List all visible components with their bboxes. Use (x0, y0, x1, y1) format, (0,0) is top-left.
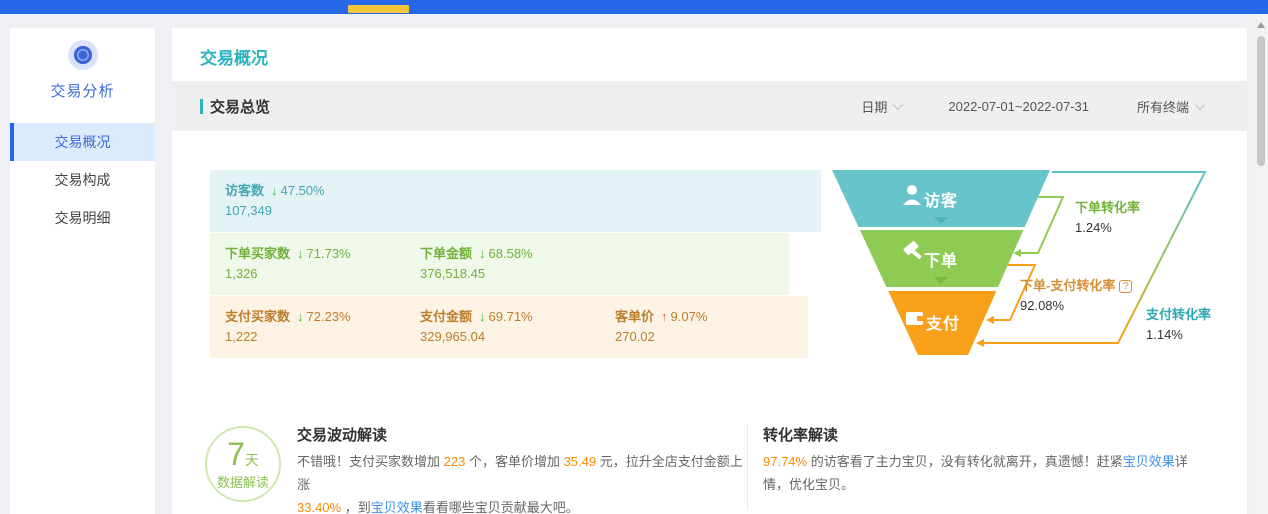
transaction-analysis-icon (68, 40, 98, 70)
page-title: 交易概况 (200, 44, 268, 69)
top-navigation-bar (0, 0, 1268, 14)
conversion-rate-3: 支付转化率1.14% (1146, 305, 1211, 345)
rate-label: 下单-支付转化率? (1020, 276, 1132, 296)
funnel-label-payments: 支付 (888, 310, 998, 334)
metric-row-teal: 访客数 ↓47.50% 107,349 (210, 170, 821, 232)
trend-down-arrow-icon: ↓ (479, 246, 486, 261)
fluctuation-insight-body: 不错哦！支付买家数增加 223 个，客单价增加 35.49 元，拉升全店支付金额… (297, 450, 749, 514)
metric-value: 1,222 (225, 327, 351, 347)
date-filter-dropdown[interactable]: 日期 (861, 97, 900, 116)
sidebar: 交易分析 交易概况交易构成交易明细 (10, 28, 155, 514)
sidebar-item-2[interactable]: 交易构成 (10, 161, 155, 199)
metric-value: 376,518.45 (420, 264, 533, 284)
conversion-insight-body: 97.74% 的访客看了主力宝贝，没有转化就离开，真遗憾！赶紧宝贝效果详情，优化… (763, 450, 1210, 496)
metric-change-percent: 72.23% (307, 309, 351, 324)
highlight-value: 35.49 (564, 454, 597, 469)
fluctuation-insight-title: 交易波动解读 (297, 424, 387, 445)
conversion-insight-title: 转化率解读 (763, 424, 838, 445)
chevron-down-icon (893, 100, 903, 110)
metric-label: 下单买家数 (225, 246, 290, 261)
funnel-label-orders: 下单 (886, 247, 996, 271)
rate-label: 下单转化率 (1075, 198, 1140, 218)
help-icon[interactable]: ? (1119, 280, 1132, 293)
metric-change-percent: 68.58% (489, 246, 533, 261)
rate-value: 1.24% (1075, 218, 1140, 238)
highlight-value: 97.74% (763, 454, 807, 469)
inline-link[interactable]: 宝贝效果 (371, 500, 423, 514)
metric-change-percent: 47.50% (281, 183, 325, 198)
metric-card: 下单买家数 ↓71.73% 1,326 (225, 244, 351, 284)
sidebar-menu: 交易概况交易构成交易明细 (10, 123, 155, 237)
trend-down-arrow-icon: ↓ (271, 183, 278, 198)
metric-change-percent: 71.73% (307, 246, 351, 261)
metric-change-percent: 69.71% (489, 309, 533, 324)
metric-value: 107,349 (225, 201, 325, 221)
vertical-divider (747, 424, 748, 510)
metric-card: 支付买家数 ↓72.23% 1,222 (225, 307, 351, 347)
section-title: 交易总览 (200, 96, 270, 117)
trend-up-arrow-icon: ↑ (661, 309, 668, 324)
metric-value: 1,326 (225, 264, 351, 284)
chevron-down-icon (1195, 100, 1205, 110)
metric-card: 客单价 ↑9.07% 270.02 (615, 307, 707, 347)
trend-down-arrow-icon: ↓ (479, 309, 486, 324)
funnel-label-visitors: 访客 (886, 187, 996, 211)
sidebar-item-3[interactable]: 交易明细 (10, 199, 155, 237)
sidebar-title: 交易分析 (10, 80, 155, 101)
active-tab-indicator (348, 5, 409, 13)
metric-row-orange: 支付买家数↓72.23%1,222支付金额↓69.71%329,965.04客单… (210, 296, 808, 358)
main-content: 交易概况 交易总览 日期 2022-07-01~2022-07-31 所有终端 … (172, 28, 1247, 514)
trend-down-arrow-icon: ↓ (297, 246, 304, 261)
trend-down-arrow-icon: ↓ (297, 309, 304, 324)
metric-label: 支付金额 (420, 309, 472, 324)
inline-link[interactable]: 宝贝效果 (1123, 454, 1175, 469)
conversion-rate-2: 下单-支付转化率?92.08% (1020, 276, 1132, 316)
date-range-value[interactable]: 2022-07-01~2022-07-31 (948, 99, 1089, 114)
conversion-funnel-chart: 访客 下单 支付 下单转化率1.24%下单-支付转化率?92.08%支付转化率1… (820, 160, 1232, 370)
scrollbar[interactable] (1254, 14, 1268, 514)
metric-label: 客单价 (615, 309, 654, 324)
metric-row-green: 下单买家数↓71.73%1,326下单金额↓68.58%376,518.45 (210, 233, 789, 295)
metric-change-percent: 9.07% (671, 309, 708, 324)
rate-value: 92.08% (1020, 296, 1132, 316)
rate-label: 支付转化率 (1146, 305, 1211, 325)
terminal-select[interactable]: 所有终端 (1137, 97, 1202, 116)
section-accent-bar (200, 99, 203, 114)
highlight-value: 33.40% (297, 500, 341, 514)
metric-label: 下单金额 (420, 246, 472, 261)
conversion-rate-1: 下单转化率1.24% (1075, 198, 1140, 238)
seven-day-badge: 7天 数据解读 (205, 426, 281, 502)
sidebar-item-1[interactable]: 交易概况 (10, 123, 155, 161)
metric-card: 下单金额 ↓68.58% 376,518.45 (420, 244, 533, 284)
rate-value: 1.14% (1146, 325, 1211, 345)
metric-value: 329,965.04 (420, 327, 533, 347)
metric-label: 访客数 (225, 183, 264, 198)
highlight-value: 223 (444, 454, 466, 469)
insights-section: 7天 数据解读 交易波动解读 不错哦！支付买家数增加 223 个，客单价增加 3… (172, 422, 1247, 514)
section-header-bar: 交易总览 日期 2022-07-01~2022-07-31 所有终端 (172, 81, 1247, 131)
metric-card: 访客数 ↓47.50% 107,349 (225, 181, 325, 221)
scrollbar-thumb[interactable] (1257, 36, 1265, 166)
metric-card: 支付金额 ↓69.71% 329,965.04 (420, 307, 533, 347)
arrow-left-icon (976, 339, 984, 347)
metric-value: 270.02 (615, 327, 707, 347)
metric-label: 支付买家数 (225, 309, 290, 324)
scrollbar-up-arrow[interactable] (1257, 22, 1265, 28)
